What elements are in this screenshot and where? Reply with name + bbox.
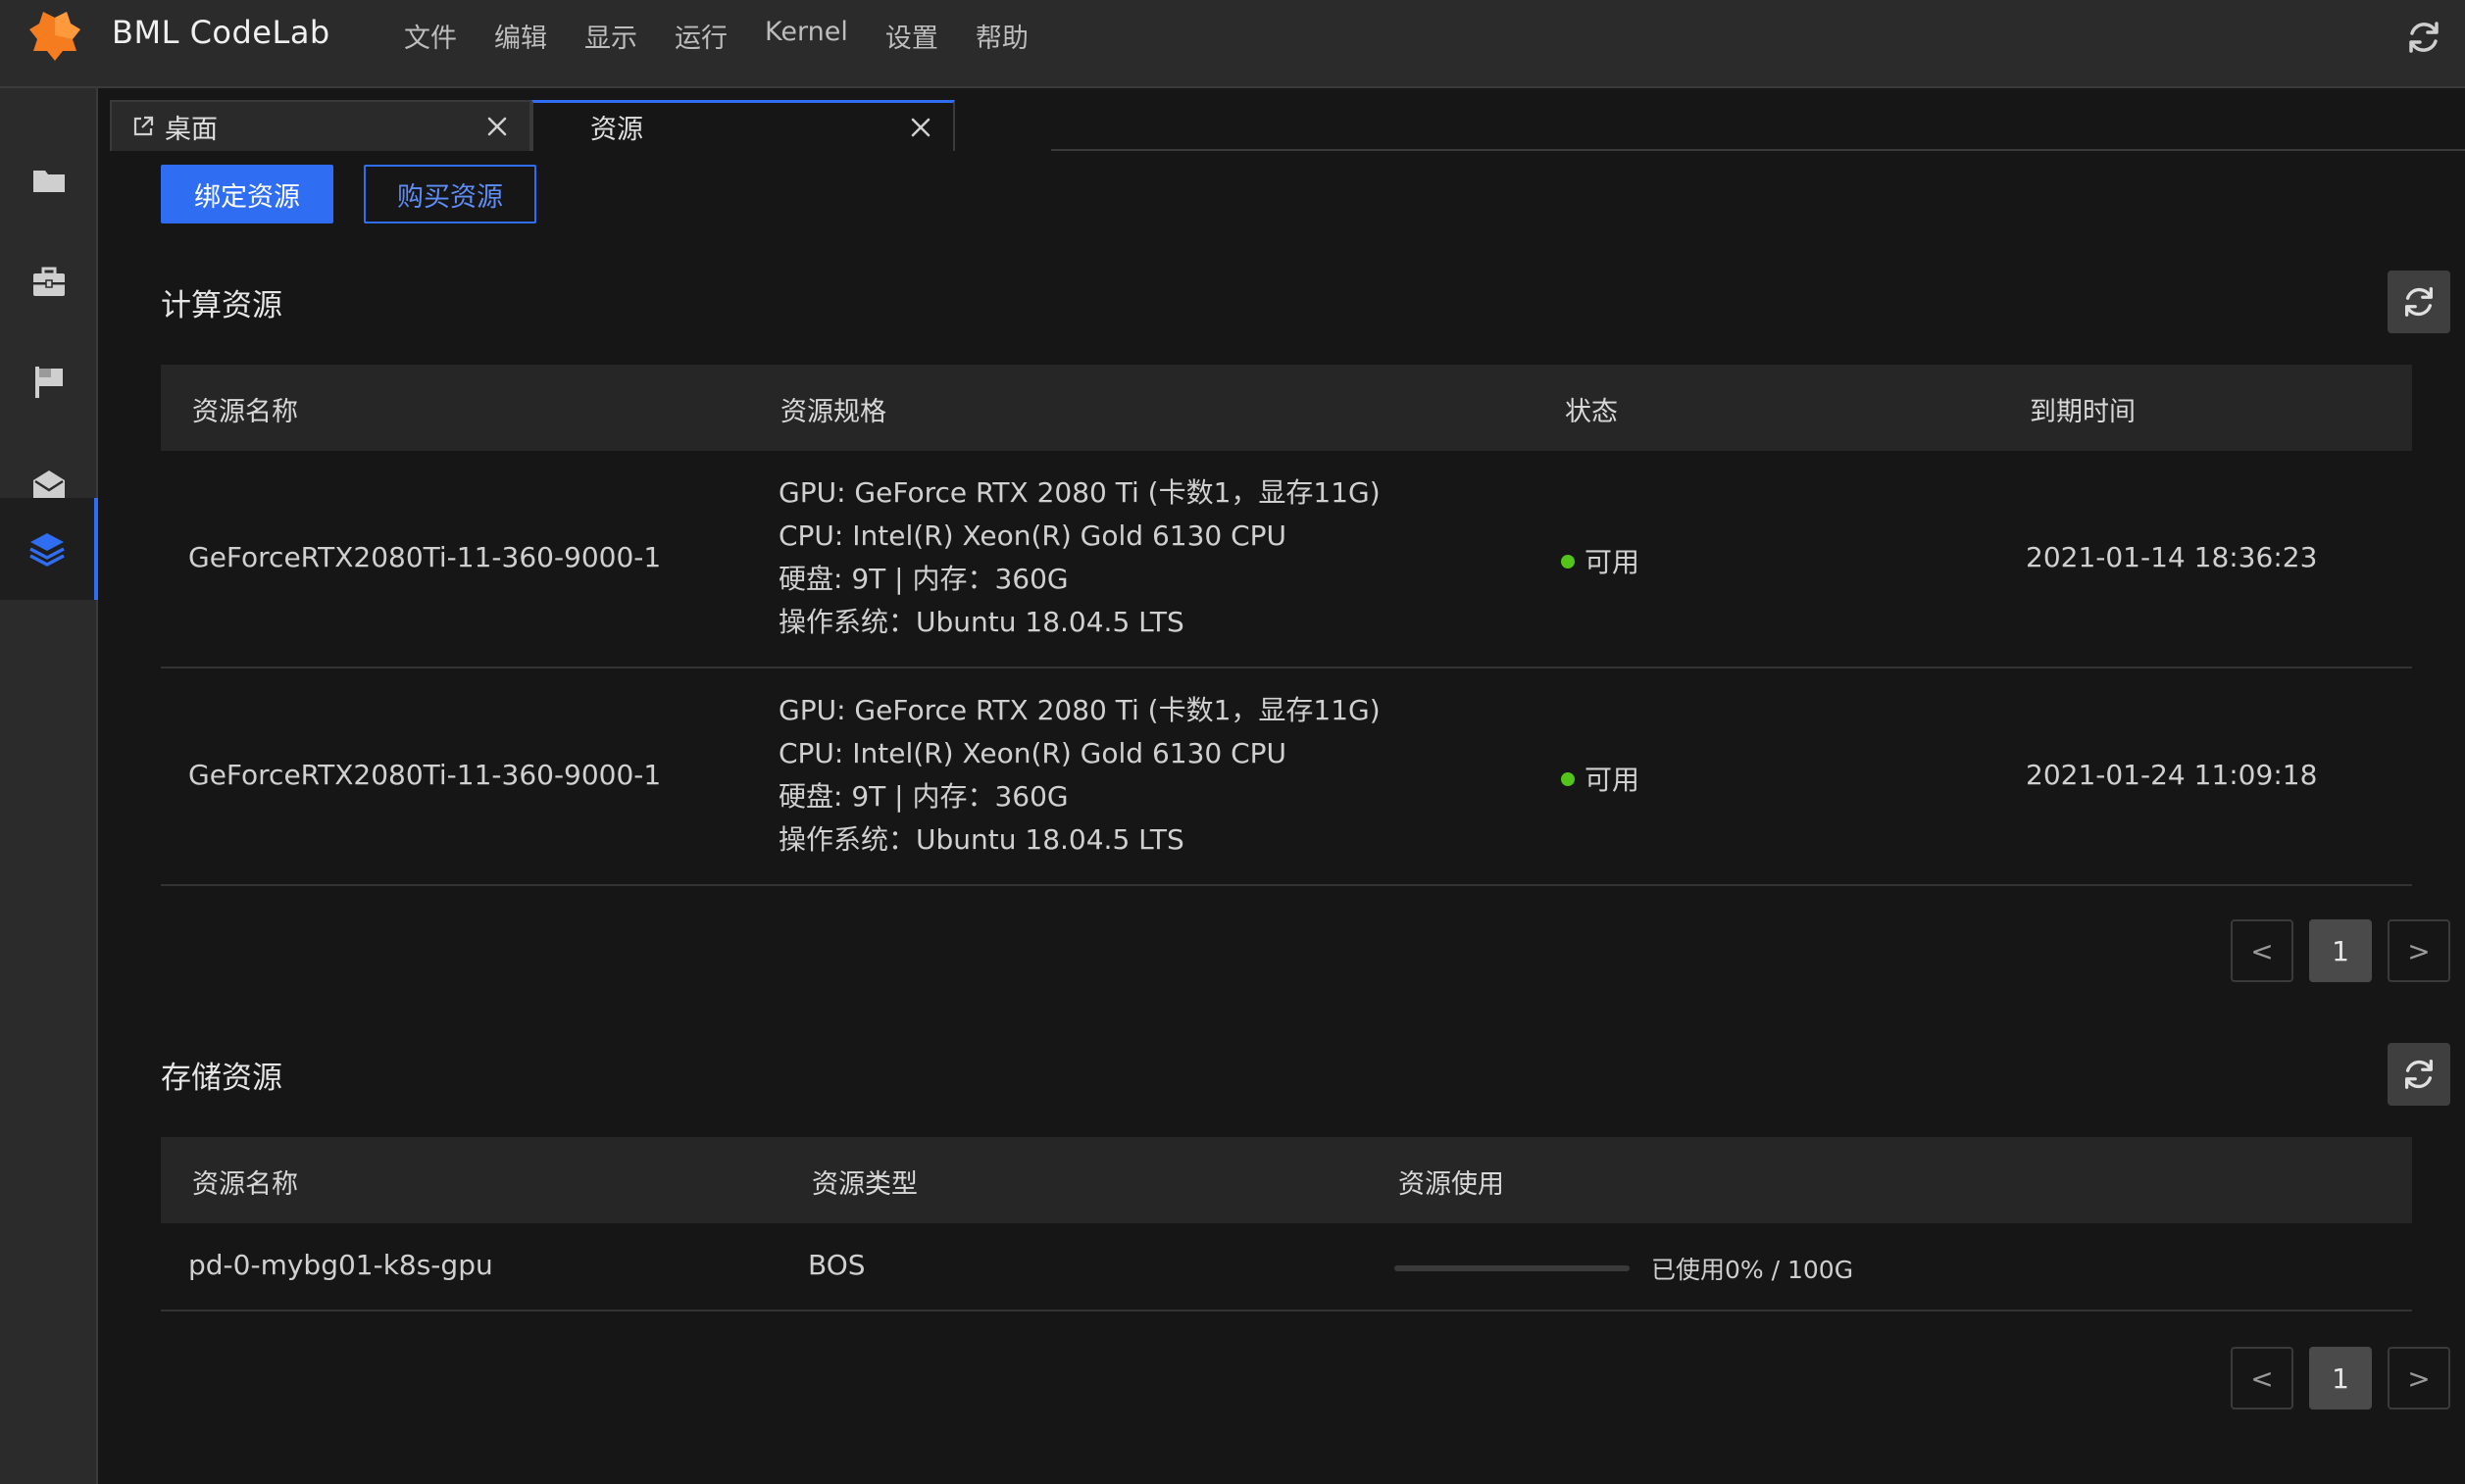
- column-header: 状态: [1565, 397, 1618, 427]
- menu-edit[interactable]: 编辑: [494, 17, 547, 55]
- buy-resource-button[interactable]: 购买资源: [364, 165, 536, 223]
- table-row: GeForceRTX2080Ti-11-360-9000-1 GPU: GeFo…: [161, 668, 2412, 886]
- spec-disk-memory: 硬盘: 9T | 内存：360G: [779, 563, 1069, 595]
- menu-help[interactable]: 帮助: [976, 17, 1029, 55]
- spec-os: 操作系统：Ubuntu 18.04.5 LTS: [779, 606, 1184, 638]
- tab-resources-label: 资源: [590, 115, 643, 145]
- page-number-button[interactable]: 1: [2309, 1347, 2372, 1410]
- compute-refresh-button[interactable]: [2388, 271, 2450, 333]
- column-header: 资源使用: [1398, 1169, 1504, 1200]
- layers-icon: [29, 533, 65, 567]
- menu-settings[interactable]: 设置: [885, 17, 938, 55]
- status-dot-icon: [1561, 555, 1575, 569]
- folder-icon: [33, 171, 65, 192]
- next-page-button[interactable]: >: [2388, 919, 2450, 982]
- tab-desktop[interactable]: 桌面: [110, 100, 531, 151]
- column-header: 资源类型: [812, 1169, 918, 1200]
- resource-name: GeForceRTX2080Ti-11-360-9000-1: [188, 541, 662, 573]
- sidebar-item-tools[interactable]: [0, 231, 98, 333]
- refresh-icon: [2404, 287, 2434, 317]
- compute-table: 资源名称 资源规格 状态 到期时间 GeForceRTX2080Ti-11-36…: [161, 365, 2412, 886]
- table-row: GeForceRTX2080Ti-11-360-9000-1 GPU: GeFo…: [161, 451, 2412, 668]
- sidebar-item-resources[interactable]: [0, 498, 98, 600]
- status-dot-icon: [1561, 772, 1575, 786]
- tab-bar: 桌面 资源: [98, 88, 2465, 151]
- refresh-icon[interactable]: [2404, 18, 2443, 57]
- page-number-button[interactable]: 1: [2309, 919, 2372, 982]
- prev-page-button[interactable]: <: [2231, 919, 2293, 982]
- table-row: pd-0-mybg01-k8s-gpu BOS 已使用0% / 100G: [161, 1223, 2412, 1311]
- spec-gpu: GPU: GeForce RTX 2080 Ti (卡数1，显存11G): [779, 694, 1381, 726]
- compute-pagination: < 1 >: [2231, 919, 2450, 982]
- status-badge: 可用: [1561, 759, 1639, 798]
- spec-gpu: GPU: GeForce RTX 2080 Ti (卡数1，显存11G): [779, 476, 1381, 509]
- menu-view[interactable]: 显示: [584, 17, 637, 55]
- column-header: 资源名称: [192, 397, 298, 427]
- spec-cpu: CPU: Intel(R) Xeon(R) Gold 6130 CPU: [779, 519, 1287, 552]
- menu-bar: BML CodeLab 文件 编辑 显示 运行 Kernel 设置 帮助: [0, 0, 2465, 88]
- storage-refresh-button[interactable]: [2388, 1043, 2450, 1106]
- tab-resources[interactable]: 资源: [531, 100, 955, 151]
- column-header: 资源名称: [192, 1169, 298, 1200]
- left-sidebar: [0, 88, 98, 1484]
- next-page-button[interactable]: >: [2388, 1347, 2450, 1410]
- resources-panel: 绑定资源 购买资源 计算资源 资源名称 资源规格 状态 到期时间 GeForce…: [110, 151, 2451, 1484]
- table-header: 资源名称 资源类型 资源使用: [161, 1137, 2412, 1223]
- status-badge: 可用: [1561, 541, 1639, 580]
- expire-time: 2021-01-14 18:36:23: [2026, 541, 2318, 573]
- spec-os: 操作系统：Ubuntu 18.04.5 LTS: [779, 823, 1184, 856]
- sidebar-item-files[interactable]: [0, 129, 98, 231]
- storage-type: BOS: [808, 1249, 866, 1281]
- flag-icon: [35, 367, 63, 398]
- menu-kernel[interactable]: Kernel: [765, 17, 848, 55]
- refresh-icon: [2404, 1060, 2434, 1089]
- briefcase-icon: [33, 267, 65, 296]
- app-title: BML CodeLab: [112, 14, 330, 51]
- external-link-icon: [133, 116, 154, 136]
- sidebar-item-tasks[interactable]: [0, 331, 98, 433]
- spec-disk-memory: 硬盘: 9T | 内存：360G: [779, 780, 1069, 813]
- prev-page-button[interactable]: <: [2231, 1347, 2293, 1410]
- resource-spec: GPU: GeForce RTX 2080 Ti (卡数1，显存11G) CPU…: [779, 689, 1381, 862]
- resource-name: GeForceRTX2080Ti-11-360-9000-1: [188, 759, 662, 791]
- app-logo-icon: [29, 12, 80, 61]
- bind-resource-button[interactable]: 绑定资源: [161, 165, 333, 223]
- storage-name: pd-0-mybg01-k8s-gpu: [188, 1249, 493, 1281]
- usage-label: 已使用0% / 100G: [1651, 1256, 1854, 1284]
- column-header: 资源规格: [780, 397, 886, 427]
- table-header: 资源名称 资源规格 状态 到期时间: [161, 365, 2412, 451]
- status-text: 可用: [1585, 764, 1640, 796]
- storage-table: 资源名称 资源类型 资源使用 pd-0-mybg01-k8s-gpu BOS 已…: [161, 1137, 2412, 1311]
- storage-usage: 已使用0% / 100G: [1394, 1251, 1853, 1286]
- menu-file[interactable]: 文件: [404, 17, 457, 55]
- status-text: 可用: [1585, 546, 1640, 578]
- resource-spec: GPU: GeForce RTX 2080 Ti (卡数1，显存11G) CPU…: [779, 471, 1381, 644]
- storage-pagination: < 1 >: [2231, 1347, 2450, 1410]
- menu-run[interactable]: 运行: [675, 17, 728, 55]
- spec-cpu: CPU: Intel(R) Xeon(R) Gold 6130 CPU: [779, 737, 1287, 769]
- expire-time: 2021-01-24 11:09:18: [2026, 759, 2318, 791]
- close-icon[interactable]: [908, 115, 933, 140]
- column-header: 到期时间: [2030, 397, 2136, 427]
- tab-desktop-label: 桌面: [165, 114, 218, 145]
- main-menu: 文件 编辑 显示 运行 Kernel 设置 帮助: [404, 17, 1066, 55]
- compute-section-title: 计算资源: [161, 288, 282, 323]
- storage-section-title: 存储资源: [161, 1061, 282, 1096]
- usage-progress-bar: [1394, 1265, 1630, 1271]
- close-icon[interactable]: [484, 114, 510, 139]
